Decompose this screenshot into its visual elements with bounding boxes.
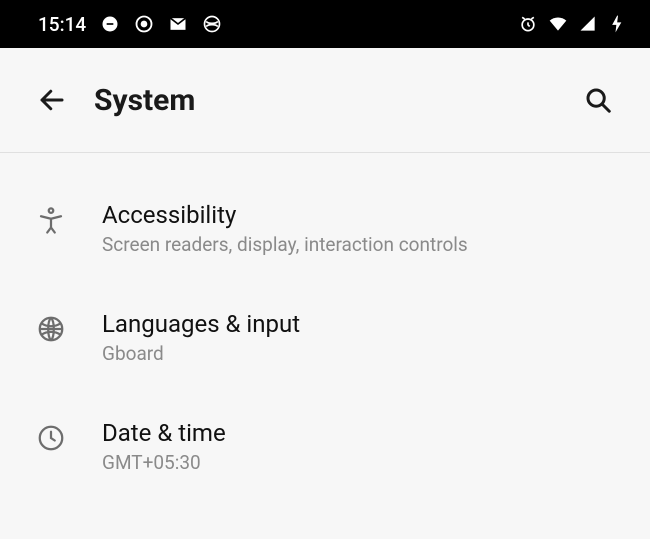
wifi-icon	[548, 14, 568, 34]
cell-signal-icon	[578, 14, 598, 34]
list-item-datetime[interactable]: Date & time GMT+05:30	[0, 419, 650, 528]
accessibility-icon	[34, 203, 68, 237]
list-item-subtitle: GMT+05:30	[102, 451, 226, 474]
record-icon	[134, 14, 154, 34]
globe-notification-icon	[202, 14, 222, 34]
status-right	[518, 14, 628, 34]
search-icon	[583, 85, 613, 115]
charging-icon	[608, 14, 628, 34]
arrow-left-icon	[37, 85, 67, 115]
status-left: 15:14	[38, 13, 222, 36]
clock-icon	[34, 421, 68, 455]
header: System	[0, 48, 650, 153]
status-bar: 15:14	[0, 0, 650, 48]
back-button[interactable]	[34, 82, 70, 118]
chat-bubble-icon	[100, 14, 120, 34]
list-item-languages[interactable]: Languages & input Gboard	[0, 310, 650, 419]
search-button[interactable]	[580, 82, 616, 118]
list-item-subtitle: Screen readers, display, interaction con…	[102, 233, 468, 256]
alarm-icon	[518, 14, 538, 34]
status-time: 15:14	[38, 13, 86, 36]
list-item-subtitle: Gboard	[102, 342, 300, 365]
list-item-text: Accessibility Screen readers, display, i…	[102, 201, 468, 256]
list-item-title: Date & time	[102, 419, 226, 447]
gmail-icon	[168, 14, 188, 34]
page-title: System	[94, 83, 580, 118]
list-item-title: Accessibility	[102, 201, 468, 229]
list-item-title: Languages & input	[102, 310, 300, 338]
settings-list: Accessibility Screen readers, display, i…	[0, 153, 650, 528]
globe-icon	[34, 312, 68, 346]
list-item-text: Languages & input Gboard	[102, 310, 300, 365]
list-item-accessibility[interactable]: Accessibility Screen readers, display, i…	[0, 201, 650, 310]
list-item-text: Date & time GMT+05:30	[102, 419, 226, 474]
